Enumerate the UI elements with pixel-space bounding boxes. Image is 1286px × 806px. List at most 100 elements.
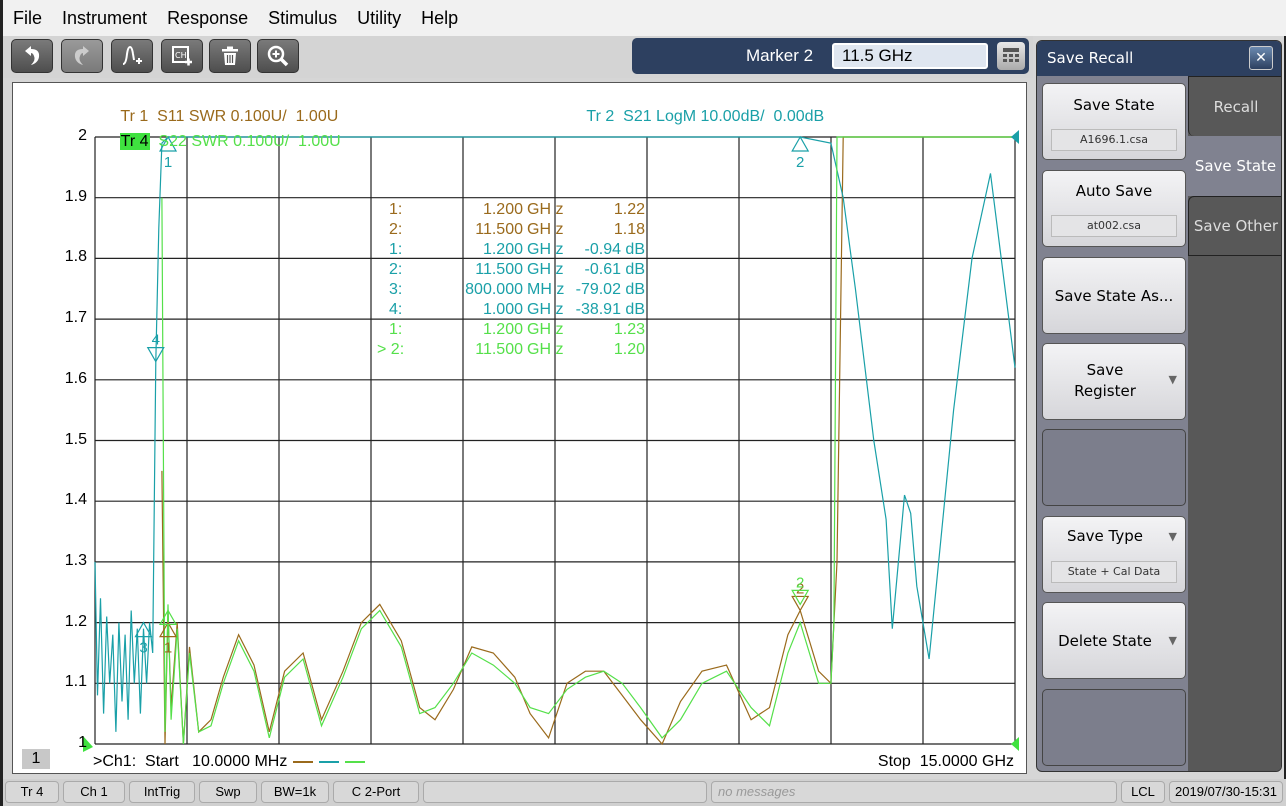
status-sweep[interactable]: Swp [199, 781, 257, 803]
marker-tr2-4-label: 4 [152, 332, 160, 349]
marker-unit: GH z [527, 241, 564, 258]
status-lcl[interactable]: LCL [1121, 781, 1165, 803]
zoom-button[interactable] [257, 39, 299, 73]
marker-index: 1: [389, 321, 403, 338]
menu-help[interactable]: Help [421, 8, 458, 29]
y-tick-label: 1.2 [64, 612, 87, 630]
tab-recall[interactable]: Recall [1188, 76, 1281, 136]
y-tick-label: 1.4 [64, 491, 87, 509]
marker-tr1-1-label: 1 [164, 640, 172, 657]
marker-unit: GH z [527, 321, 564, 338]
status-active-channel[interactable]: Ch 1 [63, 781, 125, 803]
dropdown-arrow-icon: ▼ [1168, 530, 1177, 543]
save-state-button[interactable]: Save State A1696.1.csa [1042, 83, 1186, 160]
y-tick-label: 1.1 [64, 673, 87, 691]
marker-value: 1.20 [613, 341, 645, 358]
add-channel-icon: CH [172, 46, 192, 66]
marker-index: > 2: [377, 341, 405, 358]
trace4-active-badge: Tr 4 [119, 133, 150, 150]
delete-state-button[interactable]: Delete State ▼ [1042, 602, 1186, 679]
start-frequency-text: >Ch1: Start 10.0000 MHz [93, 753, 288, 770]
vna-application: File Instrument Response Stimulus Utilit… [0, 0, 1286, 806]
save-type-button[interactable]: Save Type ▼ State + Cal Data [1042, 516, 1186, 593]
marker-label: Marker 2 [746, 46, 814, 65]
add-trace-button[interactable] [111, 39, 153, 73]
redo-icon [74, 46, 89, 65]
undo-button[interactable] [11, 39, 53, 73]
marker-value: -79.02 dB [575, 281, 645, 298]
add-channel-button[interactable]: CH [161, 39, 203, 73]
menu-bar: File Instrument Response Stimulus Utilit… [3, 0, 1286, 36]
marker-index: 3: [389, 281, 403, 298]
auto-save-label: Auto Save [1075, 182, 1153, 200]
menu-instrument[interactable]: Instrument [62, 8, 147, 29]
marker-value: 1.18 [613, 221, 645, 238]
save-register-button[interactable]: Save Register ▼ [1042, 343, 1186, 420]
marker-frequency: 11.500 [475, 341, 523, 358]
dropdown-arrow-icon: ▼ [1168, 373, 1177, 386]
panel-header: Save Recall ✕ [1037, 41, 1281, 76]
status-bar: Tr 4 Ch 1 IntTrig Swp BW=1k C 2-Port no … [3, 779, 1286, 806]
marker-index: 1: [389, 201, 403, 218]
marker-tr2-3-label: 3 [139, 640, 147, 657]
tab-save-other[interactable]: Save Other [1188, 196, 1281, 256]
marker-tr2-2-label: 2 [796, 154, 804, 171]
dropdown-arrow-icon: ▼ [1168, 634, 1177, 647]
trace2-title[interactable]: Tr 2 S21 LogM 10.00dB/ 0.00dB [560, 90, 824, 144]
stop-frequency-text: Stop 15.0000 GHz [877, 753, 1014, 770]
save-state-filename: A1696.1.csa [1051, 129, 1177, 151]
keypad-button[interactable] [997, 42, 1025, 70]
marker-index: 4: [389, 301, 403, 318]
menu-utility[interactable]: Utility [357, 8, 401, 29]
marker-frequency: 1.000 [482, 301, 523, 318]
status-datetime: 2019/07/30-15:31 [1169, 781, 1283, 803]
legend-line-tr2 [319, 760, 340, 763]
status-active-trace[interactable]: Tr 4 [5, 781, 59, 803]
panel-title: Save Recall [1047, 49, 1134, 67]
delete-state-label: Delete State [1058, 632, 1152, 650]
marker-tr4-2-label: 2 [796, 574, 804, 591]
auto-save-button[interactable]: Auto Save at002.csa [1042, 170, 1186, 247]
channel-number-badge[interactable]: 1 [22, 749, 50, 769]
marker-frequency: 1.200 [482, 201, 523, 218]
y-tick-label: 1.6 [64, 369, 87, 387]
marker-index: 2: [389, 221, 403, 238]
redo-button[interactable] [61, 39, 103, 73]
trace4-title[interactable]: Tr 4 S22 SWR 0.100U/ 1.00U [93, 115, 341, 169]
empty-softkey [1042, 429, 1186, 506]
marker-value: -0.94 dB [584, 241, 645, 258]
marker-index: 1: [389, 241, 403, 258]
menu-response[interactable]: Response [167, 8, 248, 29]
trace-plot[interactable]: 1 2 3 4 1 2 2 [13, 83, 1028, 775]
measurement-window[interactable]: 1234122 Tr 1 S11 SWR 0.100U/ 1.00U Tr 2 … [12, 82, 1027, 774]
menu-stimulus[interactable]: Stimulus [268, 8, 337, 29]
marker-value: -38.91 dB [575, 301, 645, 318]
trace2-label: Tr 2 [586, 108, 615, 125]
legend-line-tr1 [293, 760, 314, 763]
marker-entry-bar: Marker 2 11.5 GHz [632, 38, 1029, 74]
menu-file[interactable]: File [13, 8, 42, 29]
save-state-as-button[interactable]: Save State As... [1042, 257, 1186, 334]
marker-value-input[interactable]: 11.5 GHz [832, 43, 988, 69]
trace4-desc: S22 SWR 0.100U/ 1.00U [158, 133, 341, 150]
trace2-desc: S21 LogM 10.00dB/ 0.00dB [623, 108, 825, 125]
marker-value: -0.61 dB [584, 261, 645, 278]
save-register-label: Save Register [1074, 361, 1136, 400]
status-calibration[interactable]: C 2-Port [333, 781, 419, 803]
status-blank [423, 781, 707, 803]
status-trigger[interactable]: IntTrig [129, 781, 195, 803]
empty-softkey [1042, 689, 1186, 766]
tab-save-state[interactable]: Save State [1188, 136, 1281, 196]
y-tick-label: 1.9 [64, 187, 87, 205]
panel-close-button[interactable]: ✕ [1249, 46, 1273, 70]
save-state-as-label: Save State As... [1054, 287, 1174, 305]
delete-button[interactable] [209, 39, 251, 73]
marker-unit: GH z [527, 301, 564, 318]
auto-save-filename: at002.csa [1051, 215, 1177, 237]
save-recall-panel: Save Recall ✕ Recall Save State Save Oth… [1036, 40, 1282, 772]
marker-frequency: 11.500 [475, 261, 523, 278]
y-tick-label: 1.3 [64, 551, 87, 569]
status-bandwidth[interactable]: BW=1k [261, 781, 329, 803]
y-tick-label: 1.7 [64, 309, 87, 327]
status-message: no messages [711, 781, 1117, 803]
